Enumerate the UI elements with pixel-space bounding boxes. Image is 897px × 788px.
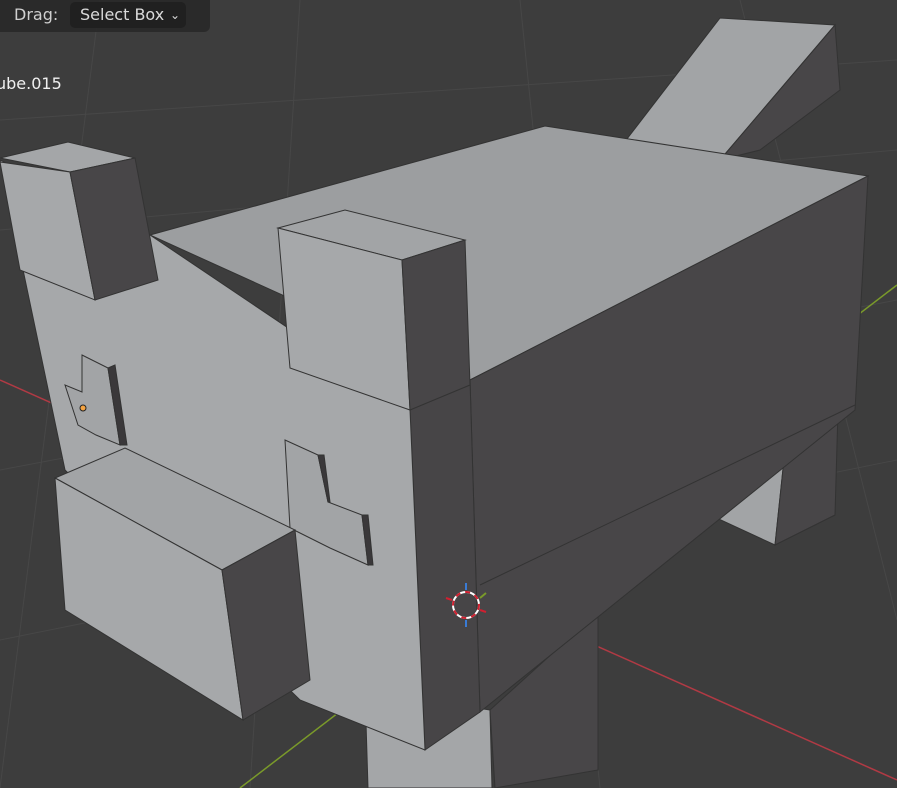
tool-header: ⌄ Drag: Select Box ⌄ — [0, 0, 210, 32]
object-origin-dot — [79, 404, 87, 412]
right-ear-side — [401, 239, 471, 411]
drag-mode-value: Select Box — [80, 5, 165, 24]
drag-mode-dropdown[interactable]: Select Box ⌄ — [70, 2, 186, 28]
3d-viewport[interactable] — [0, 0, 897, 788]
active-object-name: ube.015 — [0, 74, 62, 93]
pig-model[interactable] — [0, 17, 870, 788]
drag-label: Drag: — [14, 5, 59, 24]
chevron-down-icon: ⌄ — [169, 8, 180, 22]
